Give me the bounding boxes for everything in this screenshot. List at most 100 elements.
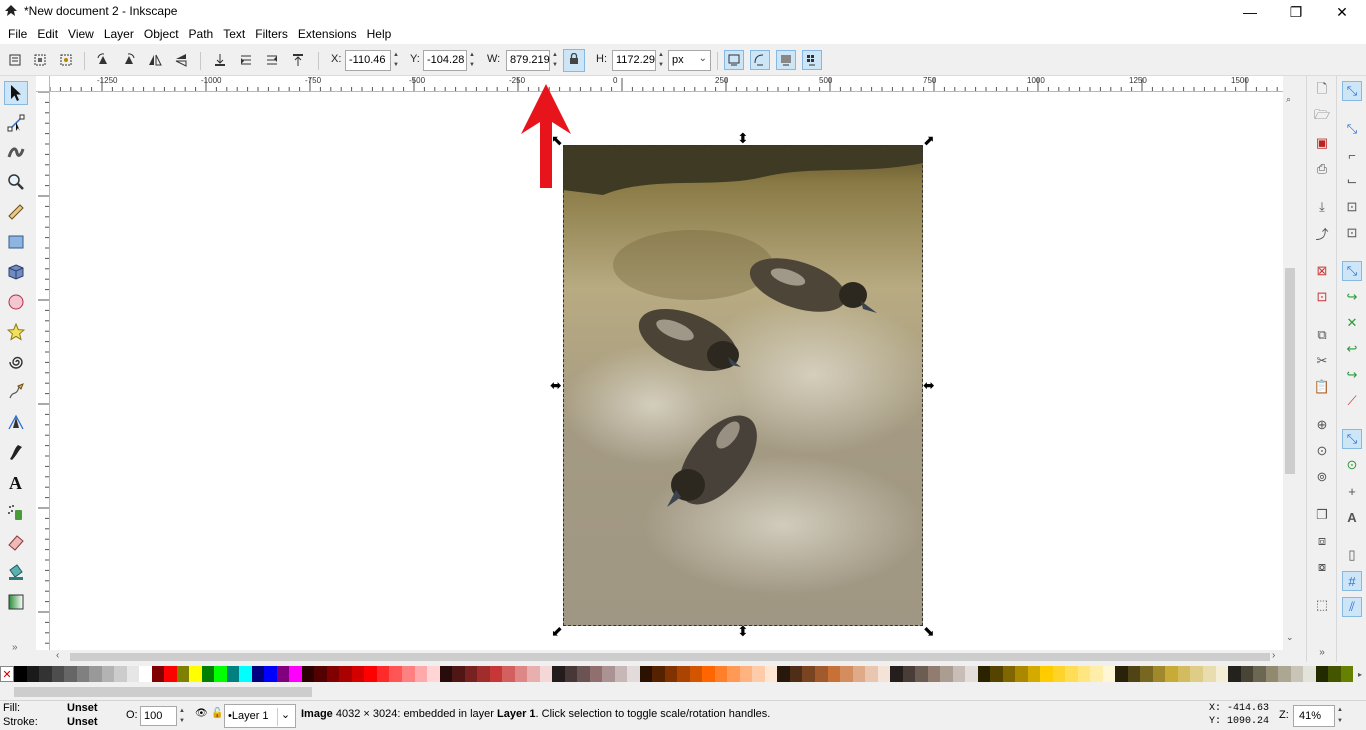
color-swatch[interactable] xyxy=(1265,666,1279,682)
width-field[interactable]: 879.219 xyxy=(506,50,550,71)
color-swatch[interactable] xyxy=(902,666,916,682)
snap-smooth-nodes-icon[interactable]: ↪ xyxy=(1342,365,1362,385)
snap-bbox-icon[interactable]: ⤡ xyxy=(1342,119,1362,139)
color-swatch[interactable] xyxy=(890,666,903,682)
scroll-down-icon[interactable]: ⌄ xyxy=(1286,632,1294,643)
color-swatch[interactable] xyxy=(176,666,190,682)
color-swatch[interactable] xyxy=(714,666,728,682)
color-swatch[interactable] xyxy=(1002,666,1016,682)
raise-icon[interactable] xyxy=(262,50,282,70)
snap-bbox-corners-icon[interactable]: ⌙ xyxy=(1342,171,1362,191)
menu-help[interactable]: Help xyxy=(362,27,397,41)
zoom-drawing-icon[interactable]: ⊙ xyxy=(1312,441,1332,461)
scale-handle-se[interactable]: ⬊ xyxy=(923,623,935,640)
opacity-field[interactable]: 100 xyxy=(140,706,177,726)
color-swatch[interactable] xyxy=(151,666,165,682)
y-stepper[interactable]: ▲ ▼ xyxy=(467,50,477,71)
color-swatch[interactable] xyxy=(301,666,315,682)
snap-cusp-nodes-icon[interactable]: ↩ xyxy=(1342,339,1362,359)
color-swatch[interactable] xyxy=(627,666,640,682)
unit-select[interactable]: px ⌄ xyxy=(668,50,711,71)
width-stepper[interactable]: ▲ ▼ xyxy=(550,50,560,71)
zoom-corner-icon[interactable]: ⌕ xyxy=(1286,94,1291,105)
color-swatch[interactable] xyxy=(1328,666,1341,682)
menu-path[interactable]: Path xyxy=(184,27,219,41)
color-swatch[interactable] xyxy=(364,666,377,682)
node-tool[interactable] xyxy=(4,111,28,135)
color-swatch[interactable] xyxy=(1240,666,1254,682)
color-swatch[interactable] xyxy=(276,666,290,682)
color-swatch[interactable] xyxy=(577,666,590,682)
color-swatch[interactable] xyxy=(764,666,778,682)
star-tool[interactable] xyxy=(4,320,28,344)
color-swatch[interactable] xyxy=(552,666,565,682)
height-field[interactable]: 1172.29 xyxy=(612,50,656,71)
color-swatch[interactable] xyxy=(464,666,478,682)
menu-text[interactable]: Text xyxy=(218,27,250,41)
transform-patterns-icon[interactable] xyxy=(802,50,822,70)
copy-icon[interactable]: ⧉ xyxy=(1312,325,1332,345)
text-tool[interactable]: A xyxy=(4,470,28,494)
snap-centers-icon[interactable]: ⊙ xyxy=(1342,455,1362,475)
menu-file[interactable]: File xyxy=(3,27,32,41)
transform-gradients-icon[interactable] xyxy=(776,50,796,70)
color-swatch[interactable] xyxy=(677,666,690,682)
color-swatch[interactable] xyxy=(452,666,465,682)
select-all-layers-icon[interactable] xyxy=(30,50,50,70)
y-field[interactable]: -104.28 xyxy=(423,50,467,71)
duplicate-icon[interactable]: ❐ xyxy=(1312,505,1332,525)
pencil-tool[interactable] xyxy=(4,380,28,404)
menu-edit[interactable]: Edit xyxy=(32,27,63,41)
color-swatch[interactable] xyxy=(101,666,115,682)
color-swatch[interactable] xyxy=(1290,666,1304,682)
color-swatch[interactable] xyxy=(1303,666,1316,682)
scale-corners-icon[interactable] xyxy=(750,50,770,70)
selector-tool[interactable] xyxy=(4,81,28,105)
color-swatch[interactable] xyxy=(514,666,528,682)
scale-handle-sw[interactable]: ⬋ xyxy=(551,623,563,640)
color-swatch[interactable] xyxy=(314,666,327,682)
select-all-icon[interactable] xyxy=(5,50,25,70)
color-swatch[interactable] xyxy=(789,666,803,682)
scroll-left-icon[interactable]: ‹ xyxy=(56,650,59,661)
color-swatch[interactable] xyxy=(977,666,991,682)
color-swatch[interactable] xyxy=(26,666,40,682)
color-swatch[interactable] xyxy=(201,666,215,682)
color-swatch[interactable] xyxy=(264,666,277,682)
color-swatch[interactable] xyxy=(1040,666,1053,682)
undo-icon[interactable]: ⊠ xyxy=(1312,261,1332,281)
close-button[interactable]: ✕ xyxy=(1319,0,1365,24)
color-swatch[interactable] xyxy=(339,666,352,682)
color-swatch[interactable] xyxy=(489,666,503,682)
color-swatch[interactable] xyxy=(727,666,740,682)
color-swatch[interactable] xyxy=(1115,666,1128,682)
color-swatch[interactable] xyxy=(1077,666,1091,682)
color-swatch[interactable] xyxy=(39,666,52,682)
color-swatch[interactable] xyxy=(865,666,878,682)
more-tools-icon[interactable]: » xyxy=(12,642,18,653)
color-swatch[interactable] xyxy=(114,666,127,682)
color-swatch[interactable] xyxy=(401,666,415,682)
no-paint-swatch[interactable]: ✕ xyxy=(0,666,14,682)
layer-select[interactable]: •Layer 1 ⌄ xyxy=(224,704,296,728)
color-swatch[interactable] xyxy=(915,666,928,682)
snap-rotation-center-icon[interactable]: + xyxy=(1342,481,1362,501)
color-swatch[interactable] xyxy=(427,666,440,682)
color-swatch[interactable] xyxy=(1278,666,1291,682)
height-stepper[interactable]: ▲ ▼ xyxy=(656,50,666,71)
import-icon[interactable]: ⤓ xyxy=(1312,197,1332,217)
vertical-scroll-thumb[interactable] xyxy=(1285,268,1295,474)
calligraphy-tool[interactable] xyxy=(4,440,28,464)
zoom-tool[interactable] xyxy=(4,170,28,194)
zoom-selection-icon[interactable]: ⊕ xyxy=(1312,415,1332,435)
color-swatch[interactable] xyxy=(1228,666,1241,682)
color-swatch[interactable] xyxy=(1315,666,1329,682)
color-swatch[interactable] xyxy=(439,666,453,682)
scroll-right-icon[interactable]: › xyxy=(1272,650,1275,661)
snap-paths-icon[interactable]: ↪ xyxy=(1342,287,1362,307)
color-swatch[interactable] xyxy=(76,666,90,682)
menu-view[interactable]: View xyxy=(63,27,99,41)
menu-filters[interactable]: Filters xyxy=(250,27,293,41)
color-swatch[interactable] xyxy=(189,666,202,682)
menu-object[interactable]: Object xyxy=(139,27,184,41)
